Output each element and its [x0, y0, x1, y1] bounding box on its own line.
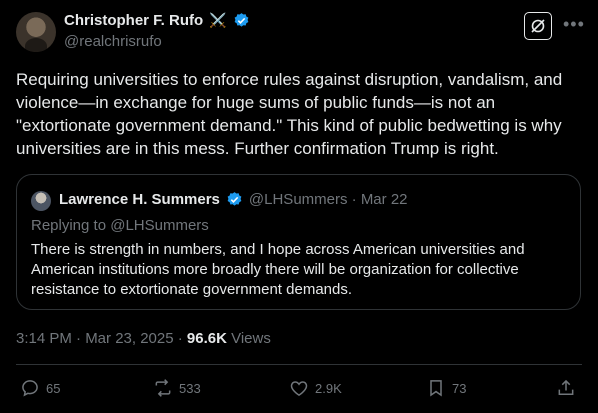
- quoted-handle-date: @LHSummers · Mar 22: [248, 191, 408, 208]
- quoted-replying-to[interactable]: Replying to @LHSummers: [31, 217, 209, 234]
- quoted-tweet-text: There is strength in numbers, and I hope…: [31, 241, 525, 298]
- like-button[interactable]: 2.9K: [289, 378, 342, 398]
- tweet-text: Requiring universities to enforce rules …: [16, 70, 563, 158]
- bookmark-count: 73: [452, 380, 467, 396]
- crossed-swords-emoji: ⚔️: [209, 12, 227, 28]
- reply-count: 65: [46, 380, 61, 396]
- reply-icon: [22, 380, 38, 397]
- repost-icon: [155, 379, 171, 397]
- divider: [16, 364, 582, 365]
- like-count: 2.9K: [315, 380, 342, 396]
- heart-icon: [290, 381, 308, 396]
- tweet-meta: 3:14 PM · Mar 23, 2025 · 96.6K Views: [16, 330, 271, 347]
- reply-button[interactable]: 65: [20, 378, 60, 398]
- share-button[interactable]: [556, 378, 576, 398]
- quoted-author-name[interactable]: Lawrence H. Summers: [59, 191, 220, 208]
- author-display-name[interactable]: Christopher F. Rufo: [64, 12, 203, 29]
- tweet-timestamp[interactable]: 3:14 PM · Mar 23, 2025 ·: [16, 330, 187, 347]
- views-label: Views: [226, 330, 271, 347]
- more-options-icon[interactable]: •••: [563, 14, 585, 35]
- views-count: 96.6K: [186, 330, 227, 347]
- repost-button[interactable]: 533: [153, 378, 201, 398]
- grok-button[interactable]: [524, 12, 552, 40]
- verified-badge-icon: [227, 192, 242, 206]
- bookmark-icon: [430, 380, 442, 397]
- share-icon: [558, 379, 574, 395]
- bookmark-button[interactable]: 73: [426, 378, 466, 398]
- quoted-tweet[interactable]: Lawrence H. Summers @LHSummers · Mar 22 …: [16, 174, 581, 310]
- verified-badge-icon: [234, 13, 248, 27]
- author-name-row[interactable]: Christopher F. Rufo ⚔️: [64, 12, 250, 29]
- author-avatar[interactable]: [16, 12, 56, 52]
- quoted-author-row[interactable]: Lawrence H. Summers @LHSummers · Mar 22: [59, 191, 408, 208]
- grok-icon: [531, 19, 545, 33]
- author-handle[interactable]: @realchrisrufo: [64, 33, 162, 50]
- quoted-author-avatar[interactable]: [31, 191, 51, 211]
- repost-count: 533: [179, 380, 201, 396]
